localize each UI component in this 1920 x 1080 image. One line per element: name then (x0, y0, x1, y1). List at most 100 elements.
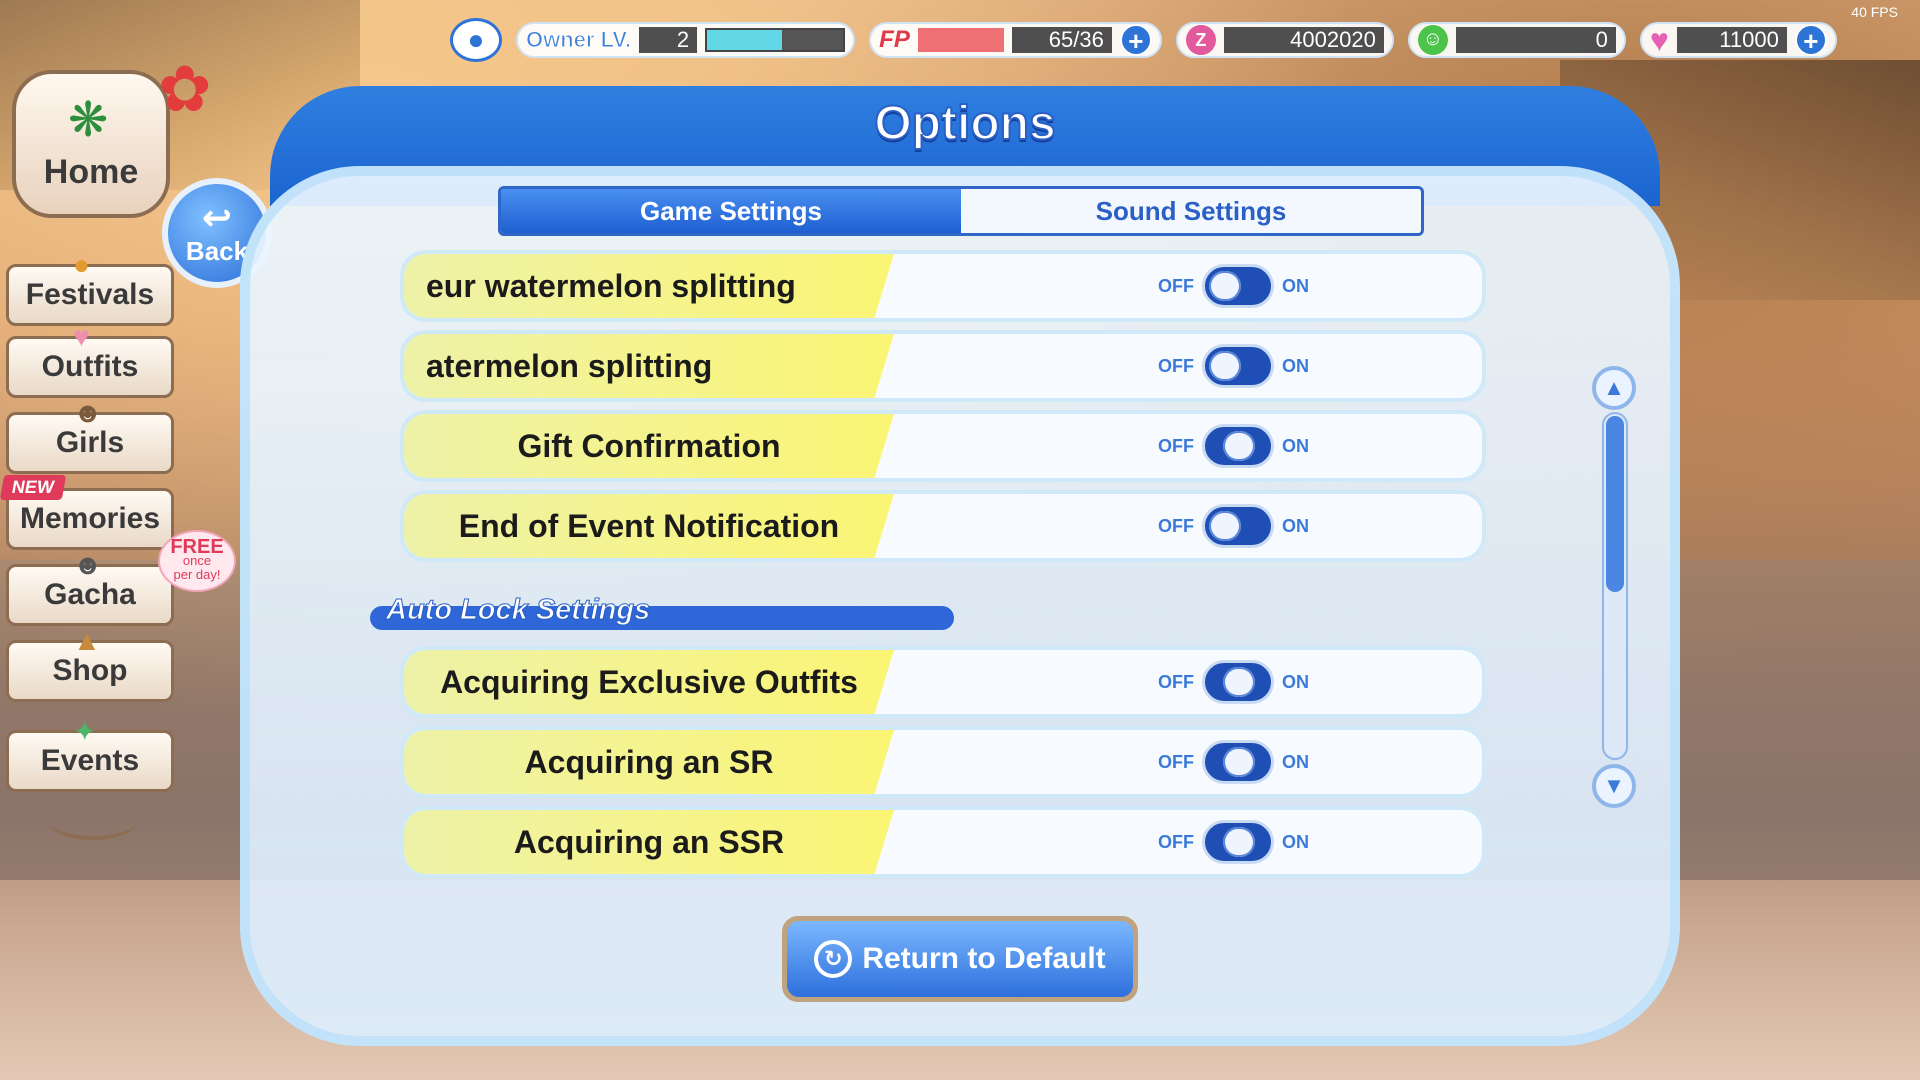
setting-toggle[interactable] (1202, 264, 1274, 308)
free-badge-line2: per day! (173, 567, 221, 582)
on-label: ON (1282, 831, 1309, 852)
toggle-group: OFF ON (1158, 254, 1309, 318)
setting-toggle[interactable] (1202, 344, 1274, 388)
game-settings-list: eur watermelon splitting OFF ON atermelo… (400, 250, 1486, 570)
free-badge-line1: once (182, 553, 212, 568)
toggle-group: OFF ON (1158, 494, 1309, 558)
on-label: ON (1282, 435, 1309, 456)
off-label: OFF (1158, 671, 1194, 692)
nav-girls[interactable]: ☻ Girls (6, 397, 174, 474)
toggle-group: OFF ON (1158, 810, 1309, 874)
nav-shop-label: Shop (52, 654, 128, 687)
toggle-knob (1209, 511, 1241, 541)
shop-basket-icon: ▲ (73, 625, 101, 656)
owner-level-value: 2 (639, 27, 698, 53)
gacha-characters-icon: ☻ (73, 549, 103, 580)
refresh-icon: ↻ (814, 940, 853, 978)
auto-lock-settings-list: Acquiring Exclusive Outfits OFF ON Acqui… (400, 646, 1486, 886)
fp-bar (917, 28, 1004, 52)
toggle-group: OFF ON (1158, 334, 1309, 398)
setting-row: Acquiring an SR OFF ON (400, 726, 1486, 798)
festival-ball-icon: ● (73, 249, 90, 280)
toggle-group: OFF ON (1158, 414, 1309, 478)
setting-toggle[interactable] (1202, 424, 1274, 468)
top-status-bar: ● Owner LV. 2 FP 65/36 + Z 4002020 ☺ 0 ♥… (450, 18, 1906, 62)
setting-toggle[interactable] (1202, 740, 1274, 784)
setting-row: End of Event Notification OFF ON (400, 490, 1486, 562)
toggle-knob (1223, 827, 1255, 857)
setting-label: Gift Confirmation (517, 427, 781, 464)
owner-exp-bar (705, 28, 846, 52)
nav-events-label: Events (40, 744, 140, 777)
toggle-group: OFF ON (1158, 730, 1309, 794)
green-currency-panel: ☺ 0 (1407, 22, 1626, 58)
off-label: OFF (1158, 435, 1194, 456)
settings-tabs: Game Settings Sound Settings (498, 186, 1424, 236)
toggle-knob (1223, 747, 1255, 777)
toggle-group: OFF ON (1158, 650, 1309, 714)
heart-gem-icon: ♥ (1649, 22, 1669, 58)
tab-sound-settings[interactable]: Sound Settings (961, 189, 1421, 233)
nav-outfits[interactable]: ♥ Outfits (6, 321, 174, 398)
free-once-per-day-badge: FREE once per day! (158, 530, 236, 592)
on-label: ON (1282, 671, 1309, 692)
off-label: OFF (1158, 275, 1194, 296)
palm-tree-icon: ❋ (68, 94, 109, 147)
heart-add-button[interactable]: + (1794, 24, 1827, 56)
nav-events[interactable]: ✦ Events (6, 716, 174, 792)
toggle-knob (1223, 431, 1255, 461)
on-label: ON (1282, 275, 1309, 296)
scrollbar-track[interactable] (1602, 412, 1628, 760)
setting-row: Gift Confirmation OFF ON (400, 410, 1486, 482)
return-to-default-inner: ↻ Return to Default (787, 921, 1133, 997)
back-label: Back (185, 235, 249, 266)
setting-label: Acquiring an SSR (513, 823, 785, 860)
scroll-down-button[interactable]: ▼ (1592, 764, 1636, 808)
nav-girls-label: Girls (55, 426, 125, 459)
nav-festivals[interactable]: ● Festivals (6, 249, 174, 326)
return-to-default-label: Return to Default (862, 942, 1106, 975)
scroll-up-button[interactable]: ▲ (1592, 366, 1636, 410)
toggle-knob (1209, 271, 1241, 301)
home-button[interactable]: ❋ Home (12, 70, 170, 218)
owner-exp-fill (707, 30, 782, 50)
owner-level-panel: Owner LV. 2 (516, 22, 856, 58)
setting-label: Acquiring Exclusive Outfits (440, 663, 858, 700)
tab-game-settings[interactable]: Game Settings (501, 189, 961, 233)
on-label: ON (1282, 355, 1309, 376)
profile-avatar-icon[interactable]: ● (450, 18, 502, 62)
fp-label: FP (879, 26, 910, 53)
smile-icon: ☺ (1417, 25, 1448, 55)
options-dialog: Options Game Settings Sound Settings eur… (240, 86, 1680, 1046)
setting-toggle[interactable] (1202, 504, 1274, 548)
fp-value: 65/36 (1011, 27, 1112, 53)
fp-add-button[interactable]: + (1119, 24, 1152, 56)
nav-ornament (48, 800, 138, 840)
return-to-default-button[interactable]: ↻ Return to Default (782, 916, 1138, 1002)
setting-toggle[interactable] (1202, 820, 1274, 864)
heart-currency-panel: ♥ 11000 + (1639, 22, 1837, 58)
nav-gacha[interactable]: ☻ Gacha (6, 549, 174, 626)
party-popper-icon: ✦ (73, 716, 97, 747)
setting-toggle[interactable] (1202, 660, 1274, 704)
nav-memories-label: Memories (19, 502, 161, 535)
nav-shop[interactable]: ▲ Shop (6, 625, 174, 702)
girl-face-icon: ☻ (73, 397, 103, 428)
free-badge-text: FREE (170, 536, 224, 558)
setting-row: atermelon splitting OFF ON (400, 330, 1486, 402)
fp-fill (917, 28, 1004, 52)
off-label: OFF (1158, 831, 1194, 852)
fp-panel: FP 65/36 + (869, 22, 1162, 58)
home-label: Home (43, 153, 139, 191)
on-label: ON (1282, 515, 1309, 536)
scrollbar-thumb[interactable] (1606, 416, 1624, 592)
new-badge: NEW (0, 475, 67, 500)
nav-outfits-label: Outfits (41, 350, 139, 383)
setting-row: eur watermelon splitting OFF ON (400, 250, 1486, 322)
heart-currency-value: 11000 (1676, 27, 1787, 53)
setting-label: atermelon splitting (426, 347, 713, 384)
on-label: ON (1282, 751, 1309, 772)
owner-level-label: Owner LV. (525, 27, 632, 53)
off-label: OFF (1158, 355, 1194, 376)
pink-currency-panel: Z 4002020 (1175, 22, 1394, 58)
